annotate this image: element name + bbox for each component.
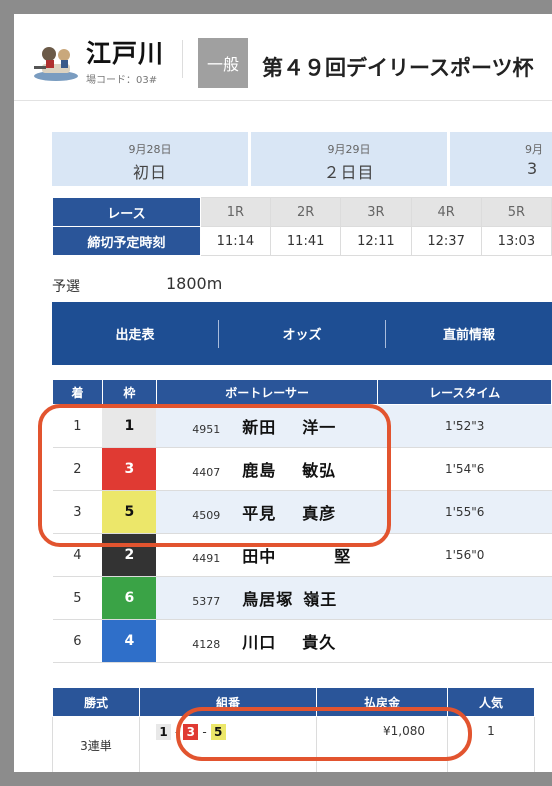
race-type: 予選 bbox=[52, 279, 80, 295]
combo-frame: 1 bbox=[156, 724, 171, 740]
deadline-time: 11:14 bbox=[199, 226, 272, 256]
race-time: 1'56"0 bbox=[377, 533, 552, 577]
day-label: 3 bbox=[527, 159, 539, 178]
day-tabs: 9月28日 初日 9月29日 ２日目 9月 3 bbox=[52, 132, 552, 186]
racer-name: 鳥居塚 嶺王 bbox=[242, 586, 337, 610]
race-time bbox=[377, 576, 552, 620]
venue-code: 場コード：03# bbox=[86, 75, 158, 86]
race-link-4r[interactable]: 4R bbox=[410, 197, 482, 227]
day-tab-1[interactable]: 9月28日 初日 bbox=[52, 132, 248, 186]
deadline-time: 12:11 bbox=[340, 226, 412, 256]
race-schedule-table: レース 1R 2R 3R 4R 5R 締切予定時刻 11:14 11:41 12… bbox=[52, 197, 552, 256]
day-label: 初日 bbox=[132, 163, 167, 182]
col-pos: 着 bbox=[52, 379, 103, 405]
col-bet-type: 勝式 bbox=[52, 687, 140, 717]
finish-position: 5 bbox=[52, 576, 103, 620]
header: 江戸川 場コード：03# 一般 第４９回デイリースポーツ杯 bbox=[14, 14, 552, 101]
racer-name: 川口 貴久 bbox=[242, 629, 336, 653]
race-title: 第４９回デイリースポーツ杯 bbox=[262, 56, 534, 80]
day-tab-2[interactable]: 9月29日 ２日目 bbox=[251, 132, 447, 186]
deadline-header: 締切予定時刻 bbox=[52, 226, 201, 256]
deadline-time: 13:03 bbox=[480, 226, 552, 256]
grade-badge: 一般 bbox=[198, 38, 248, 88]
racer-first-name: 嶺王 bbox=[303, 590, 338, 609]
day-date: 9月28日 bbox=[128, 143, 172, 156]
racer-reg-no: 4491 bbox=[192, 552, 221, 565]
col-time: レースタイム bbox=[377, 379, 552, 405]
race-time: 1'55"6 bbox=[377, 490, 552, 534]
result-row: 6 4 4128 川口 貴久 bbox=[52, 619, 552, 663]
racer-cell[interactable]: 5377 鳥居塚 嶺王 bbox=[156, 576, 378, 620]
racer-reg-no: 5377 bbox=[192, 595, 221, 608]
racer-first-name: 堅 bbox=[334, 547, 352, 566]
race-distance: 1800m bbox=[166, 274, 223, 293]
day-tab-3[interactable]: 9月 3 bbox=[450, 132, 552, 186]
deadline-time: 11:41 bbox=[270, 226, 342, 256]
race-link-2r[interactable]: 2R bbox=[270, 197, 342, 227]
tab-entry-list[interactable]: 出走表 bbox=[52, 302, 218, 365]
racer-reg-no: 4128 bbox=[192, 638, 221, 651]
highlight-top3-annotation bbox=[38, 404, 391, 547]
result-row: 5 6 5377 鳥居塚 嶺王 bbox=[52, 576, 552, 620]
race-time: 1'52"3 bbox=[377, 404, 552, 448]
race-time: 1'54"6 bbox=[377, 447, 552, 491]
venue-mascot-icon bbox=[34, 47, 78, 81]
racer-first-name: 貴久 bbox=[302, 633, 337, 652]
racer-last-name: 鳥居塚 bbox=[242, 590, 294, 609]
highlight-payout-annotation bbox=[176, 707, 472, 761]
race-time bbox=[377, 619, 552, 663]
race-header: レース bbox=[52, 197, 201, 227]
deadline-time: 12:37 bbox=[410, 226, 482, 256]
col-frame: 枠 bbox=[101, 379, 157, 405]
tab-pre-race-info[interactable]: 直前情報 bbox=[386, 302, 552, 365]
race-info-tabs: 出走表 オッズ 直前情報 bbox=[52, 302, 552, 365]
finish-position: 6 bbox=[52, 619, 103, 663]
race-link-1r[interactable]: 1R bbox=[199, 197, 272, 227]
day-date: 9月29日 bbox=[327, 143, 371, 156]
bet-type: 3連単 bbox=[52, 716, 140, 772]
venue-name: 江戸川 bbox=[86, 39, 165, 68]
race-link-3r[interactable]: 3R bbox=[340, 197, 412, 227]
frame-number: 6 bbox=[102, 576, 157, 620]
racer-cell[interactable]: 4128 川口 貴久 bbox=[156, 619, 378, 663]
racer-last-name: 川口 bbox=[242, 633, 277, 652]
tab-odds[interactable]: オッズ bbox=[219, 302, 385, 365]
day-label: ２日目 bbox=[323, 163, 375, 182]
race-link-5r[interactable]: 5R bbox=[480, 197, 552, 227]
frame-number: 4 bbox=[102, 619, 157, 663]
day-date: 9月 bbox=[525, 143, 543, 156]
racer-last-name: 田中 bbox=[242, 547, 277, 566]
page: 江戸川 場コード：03# 一般 第４９回デイリースポーツ杯 9月28日 初日 9… bbox=[14, 14, 552, 772]
col-racer: ボートレーサー bbox=[155, 379, 379, 405]
header-divider bbox=[182, 40, 183, 78]
